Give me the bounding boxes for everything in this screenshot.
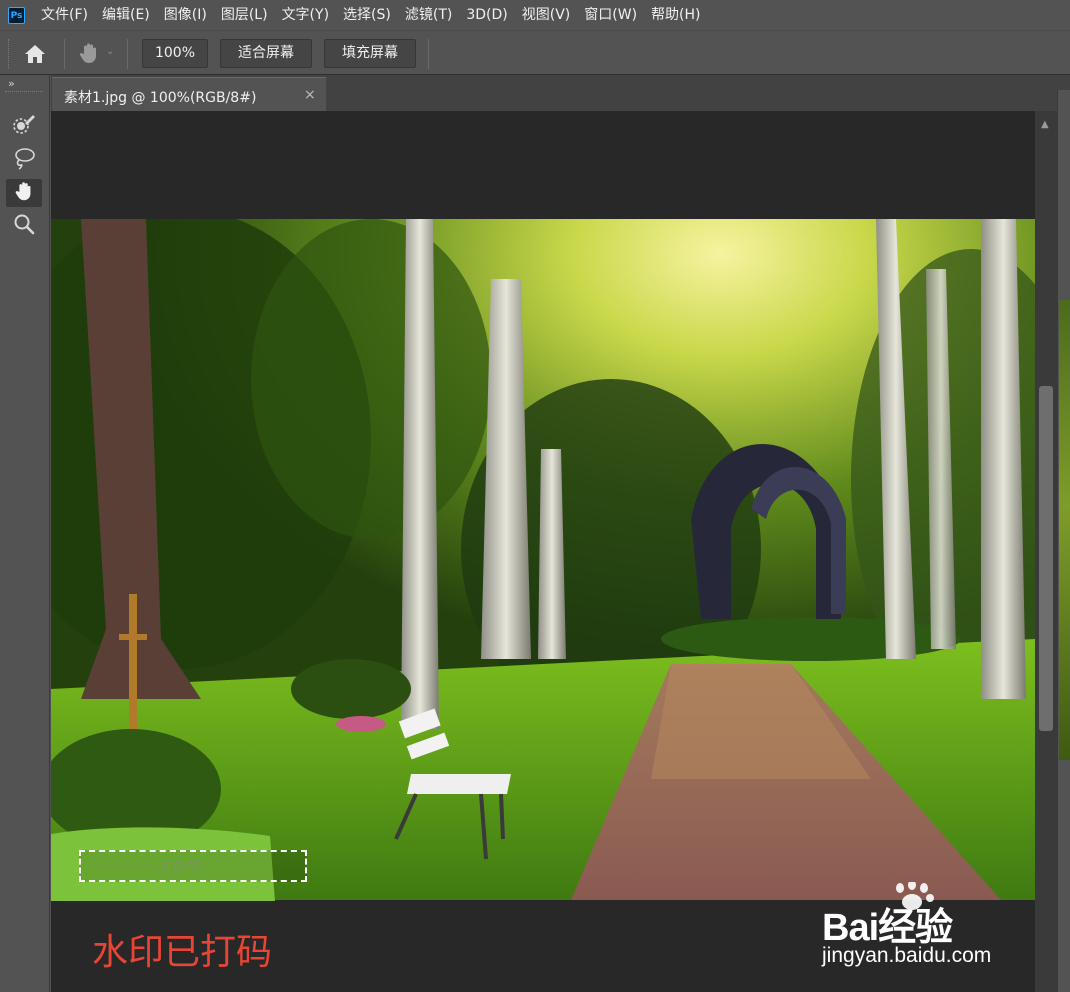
- vertical-scrollbar[interactable]: ▲: [1035, 111, 1057, 992]
- menu-edit[interactable]: 编辑(E): [95, 0, 157, 30]
- options-bar-grip[interactable]: [8, 39, 12, 69]
- background-image-peek: [1059, 300, 1070, 760]
- menu-filter[interactable]: 滤镜(T): [398, 0, 459, 30]
- menu-help[interactable]: 帮助(H): [644, 0, 707, 30]
- document-image: [51, 219, 1035, 900]
- collapse-panel-icon[interactable]: ››: [8, 77, 15, 90]
- brush-selection-icon: [11, 112, 37, 140]
- options-bar: ⌄ 100% 适合屏幕 填充屏幕: [0, 30, 1070, 75]
- quick-selection-tool[interactable]: [6, 112, 42, 140]
- menu-select[interactable]: 选择(S): [336, 0, 398, 30]
- menu-view[interactable]: 视图(V): [515, 0, 578, 30]
- tool-preset-caret-icon[interactable]: ⌄: [106, 46, 114, 57]
- home-icon[interactable]: [22, 41, 48, 67]
- options-divider: [127, 39, 128, 69]
- document-tab-title: 素材1.jpg @ 100%(RGB/8#): [64, 90, 257, 106]
- hand-icon: [12, 179, 36, 207]
- tools-panel-grip[interactable]: [5, 91, 43, 94]
- menu-bar: Ps 文件(F) 编辑(E) 图像(I) 图层(L) 文字(Y) 选择(S) 滤…: [0, 0, 1070, 30]
- document-tab[interactable]: 素材1.jpg @ 100%(RGB/8#) ×: [52, 77, 326, 111]
- photoshop-logo-icon[interactable]: Ps: [8, 6, 25, 24]
- menu-3d[interactable]: 3D(D): [459, 0, 514, 30]
- document-tab-bar: 素材1.jpg @ 100%(RGB/8#) ×: [51, 75, 1070, 111]
- fill-screen-button[interactable]: 填充屏幕: [324, 39, 416, 68]
- baidu-brand: Bai经验: [822, 907, 953, 949]
- options-divider: [428, 39, 429, 69]
- magnifier-icon: [12, 212, 36, 240]
- options-divider: [64, 39, 65, 69]
- watermark-note: 水印已打码: [92, 932, 273, 973]
- hand-tool[interactable]: [6, 179, 42, 207]
- menu-layer[interactable]: 图层(L): [214, 0, 275, 30]
- lasso-tool[interactable]: [6, 146, 42, 174]
- fit-screen-button[interactable]: 适合屏幕: [220, 39, 312, 68]
- close-icon[interactable]: ×: [304, 87, 316, 103]
- menu-image[interactable]: 图像(I): [157, 0, 214, 30]
- menu-file[interactable]: 文件(F): [34, 0, 95, 30]
- menu-type[interactable]: 文字(Y): [275, 0, 336, 30]
- zoom-value-button[interactable]: 100%: [142, 39, 208, 68]
- scroll-up-arrow-icon[interactable]: ▲: [1041, 119, 1049, 130]
- baidu-url: jingyan.baidu.com: [822, 944, 992, 967]
- lasso-icon: [11, 145, 37, 175]
- menu-window[interactable]: 窗口(W): [577, 0, 644, 30]
- zoom-tool[interactable]: [6, 212, 42, 240]
- blurred-watermark-text: ··········.com: [88, 855, 204, 876]
- scrollbar-thumb[interactable]: [1039, 386, 1053, 731]
- hand-tool-icon[interactable]: [76, 40, 102, 66]
